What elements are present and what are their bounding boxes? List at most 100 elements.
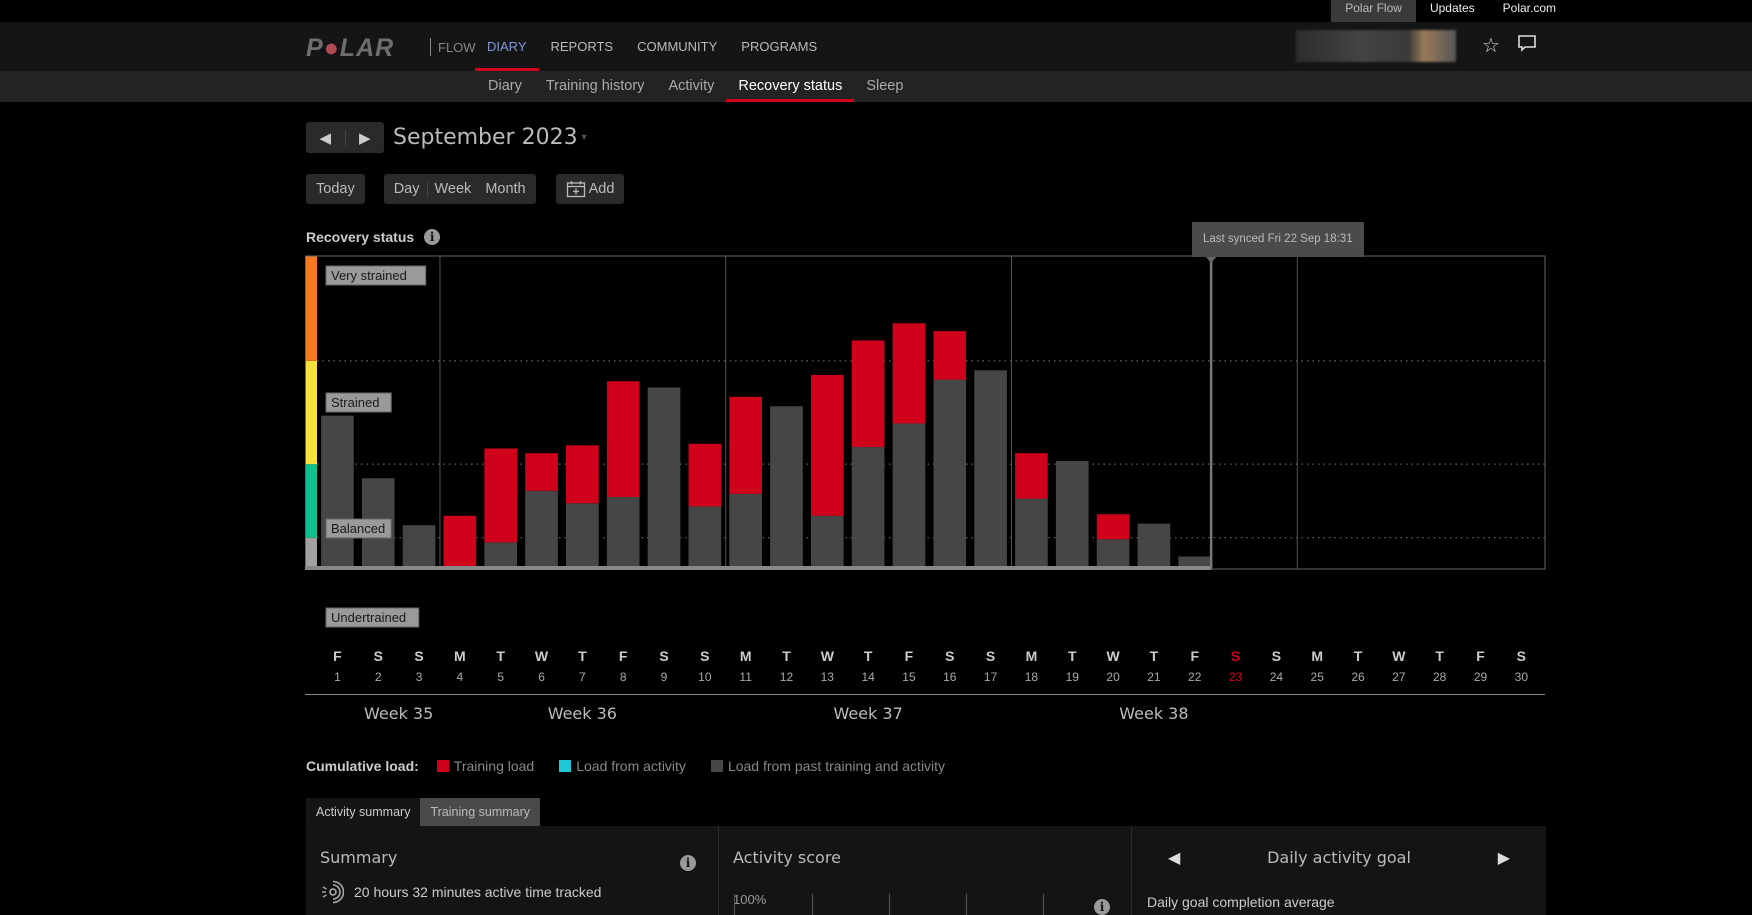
x-tick-date: 19 bbox=[1066, 670, 1080, 684]
x-tick-weekday: S bbox=[374, 648, 383, 664]
nav-reports[interactable]: REPORTS bbox=[539, 22, 626, 71]
x-tick-weekday: W bbox=[1106, 648, 1120, 664]
x-tick-date: 20 bbox=[1106, 670, 1120, 684]
x-tick-date: 11 bbox=[739, 670, 752, 684]
daily-goal-subtitle: Daily goal completion average bbox=[1147, 894, 1335, 910]
recovery-status-header: Recovery status i bbox=[306, 229, 441, 245]
x-tick-date: 6 bbox=[538, 670, 545, 684]
bar-training-load-day-11 bbox=[729, 396, 762, 494]
summary-tabs: Activity summary Training summary bbox=[306, 798, 541, 826]
x-tick-weekday: M bbox=[454, 648, 466, 664]
x-tick-date: 3 bbox=[416, 670, 423, 684]
x-tick-date: 18 bbox=[1025, 670, 1039, 684]
info-icon[interactable]: i bbox=[424, 229, 441, 245]
x-tick-weekday: T bbox=[782, 648, 791, 664]
x-tick-weekday: W bbox=[821, 648, 835, 664]
activity-score-panel: Activity score 100% i bbox=[718, 826, 1131, 915]
add-button[interactable]: Add bbox=[555, 174, 625, 204]
x-tick-weekday: M bbox=[740, 648, 752, 664]
user-profile-blurred[interactable] bbox=[1296, 30, 1456, 62]
zone-band-very-strained bbox=[305, 256, 317, 361]
subnav-diary[interactable]: Diary bbox=[476, 71, 534, 102]
x-tick-date: 26 bbox=[1351, 670, 1365, 684]
view-week-button[interactable]: Week bbox=[428, 181, 479, 197]
date-navigation: ◀ ▶ September 2023 ▾ bbox=[306, 122, 587, 153]
top-link-updates[interactable]: Updates bbox=[1416, 0, 1489, 22]
week-label: Week 36 bbox=[547, 704, 617, 723]
x-tick-weekday: T bbox=[1068, 648, 1077, 664]
bar-training-load-day-4 bbox=[443, 515, 477, 569]
chevron-down-icon[interactable]: ▾ bbox=[582, 132, 587, 143]
last-synced-tooltip: Last synced Fri 22 Sep 18:31 bbox=[1192, 222, 1364, 257]
bar-past-load-day-6 bbox=[525, 490, 558, 569]
product-name: FLOW bbox=[438, 40, 476, 55]
period-title[interactable]: September 2023 bbox=[393, 125, 578, 150]
star-icon[interactable]: ☆ bbox=[1479, 34, 1503, 58]
subnav-training-history[interactable]: Training history bbox=[534, 71, 657, 102]
today-button[interactable]: Today bbox=[306, 174, 365, 204]
legend-label: Load from activity bbox=[576, 758, 686, 774]
bar-past-load-day-15 bbox=[892, 423, 926, 569]
polar-logo[interactable]: P●LAR bbox=[306, 34, 394, 63]
score-tick bbox=[889, 894, 890, 915]
goal-next-button[interactable]: ▶ bbox=[1498, 848, 1510, 868]
x-tick-date: 27 bbox=[1392, 670, 1406, 684]
top-links: Polar Flow Updates Polar.com bbox=[1331, 0, 1570, 22]
bar-past-load-day-10 bbox=[688, 506, 722, 569]
recovery-chart: Very strained Strained Balanced Undertraine… bbox=[305, 255, 1546, 684]
x-tick-date: 29 bbox=[1474, 670, 1488, 684]
x-tick-weekday: W bbox=[1392, 648, 1406, 664]
nav-community[interactable]: COMMUNITY bbox=[625, 22, 729, 71]
subnav-activity[interactable]: Activity bbox=[656, 71, 726, 102]
x-tick-date: 14 bbox=[861, 670, 875, 684]
legend-label: Load from past training and activity bbox=[727, 758, 946, 774]
period-arrows: ◀ ▶ bbox=[306, 122, 384, 153]
x-tick-weekday: T bbox=[496, 648, 505, 664]
x-tick-date: 21 bbox=[1147, 670, 1161, 684]
view-day-button[interactable]: Day bbox=[387, 181, 427, 197]
cumulative-load-legend: Cumulative load: Training load Load from… bbox=[306, 758, 970, 774]
nav-diary[interactable]: DIARY bbox=[475, 22, 539, 71]
x-tick-weekday: S bbox=[659, 648, 668, 664]
bar-past-load-day-8 bbox=[606, 497, 640, 569]
calendar-add-icon bbox=[566, 181, 585, 198]
zone-band-undertrained bbox=[305, 537, 317, 569]
bar-past-load-day-14 bbox=[851, 446, 885, 569]
top-link-polar-flow[interactable]: Polar Flow bbox=[1331, 0, 1416, 22]
score-tick bbox=[812, 894, 813, 915]
daily-goal-title: Daily activity goal bbox=[1267, 848, 1411, 867]
nav-programs[interactable]: PROGRAMS bbox=[729, 22, 829, 71]
tab-activity-summary[interactable]: Activity summary bbox=[306, 798, 421, 826]
subnav-recovery-status[interactable]: Recovery status bbox=[726, 71, 855, 102]
x-tick-weekday: F bbox=[619, 648, 628, 664]
bar-past-load-day-13 bbox=[810, 515, 844, 569]
message-icon[interactable] bbox=[1515, 34, 1539, 58]
sync-marker-triangle bbox=[1205, 256, 1218, 263]
view-month-button[interactable]: Month bbox=[478, 181, 532, 197]
bar-training-load-day-15 bbox=[892, 323, 926, 424]
bar-past-load-day-12 bbox=[770, 406, 803, 569]
zone-label-very-strained: Very strained bbox=[331, 268, 407, 283]
x-tick-date: 12 bbox=[780, 670, 794, 684]
x-tick-date: 1 bbox=[334, 670, 341, 684]
view-mode-group: Day Week Month bbox=[383, 174, 536, 204]
info-icon[interactable]: i bbox=[1094, 899, 1110, 915]
x-tick-weekday: S bbox=[1517, 648, 1526, 664]
prev-period-button[interactable]: ◀ bbox=[306, 129, 345, 147]
next-period-button[interactable]: ▶ bbox=[346, 129, 385, 147]
x-tick-date: 16 bbox=[943, 670, 957, 684]
x-tick-date: 9 bbox=[661, 670, 668, 684]
bar-training-load-day-6 bbox=[525, 453, 558, 491]
bar-past-load-day-17 bbox=[974, 370, 1007, 569]
zone-band-strained bbox=[305, 360, 317, 465]
info-icon[interactable]: i bbox=[680, 855, 696, 871]
main-navbar: P●LAR FLOW DIARY REPORTS COMMUNITY PROGR… bbox=[0, 22, 1752, 71]
x-tick-weekday: T bbox=[864, 648, 873, 664]
bar-training-load-day-5 bbox=[484, 448, 518, 543]
bar-past-load-day-9 bbox=[647, 387, 681, 569]
subnav-sleep[interactable]: Sleep bbox=[854, 71, 915, 102]
x-tick-weekday: F bbox=[905, 648, 914, 664]
tab-training-summary[interactable]: Training summary bbox=[420, 798, 541, 826]
top-link-polar-com[interactable]: Polar.com bbox=[1489, 0, 1570, 22]
x-tick-weekday: T bbox=[1150, 648, 1159, 664]
